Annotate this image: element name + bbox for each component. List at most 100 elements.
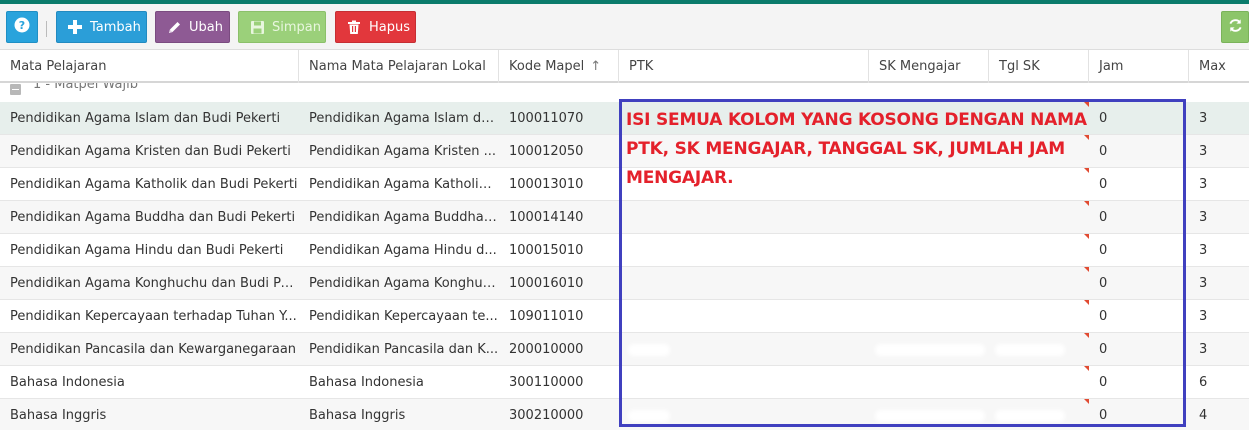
cell-tgl-sk[interactable]: [989, 201, 1089, 234]
cell-kode-mapel[interactable]: 200010000: [499, 333, 619, 366]
cell-max[interactable]: 3: [1189, 102, 1249, 135]
edited-cell-marker: [1084, 333, 1089, 338]
cell-nama-lokal[interactable]: Pendidikan Agama Islam da...: [299, 102, 499, 135]
cell-max[interactable]: 3: [1189, 135, 1249, 168]
cell-nama-lokal[interactable]: Bahasa Indonesia: [299, 366, 499, 399]
cell-kode-mapel[interactable]: 300210000: [499, 399, 619, 430]
cell-mata-pelajaran[interactable]: Pendidikan Agama Konghuchu dan Budi Pek.…: [0, 267, 299, 300]
cell-sk-mengajar[interactable]: [869, 234, 989, 267]
cell-kode-mapel[interactable]: 100014140: [499, 201, 619, 234]
column-header-tgl-sk[interactable]: Tgl SK: [989, 50, 1089, 83]
pencil-icon: [165, 18, 183, 36]
cell-mata-pelajaran[interactable]: Bahasa Inggris: [0, 399, 299, 430]
cell-jam[interactable]: 0: [1089, 267, 1189, 300]
cell-max[interactable]: 3: [1189, 234, 1249, 267]
cell-nama-lokal[interactable]: Pendidikan Agama Buddha ...: [299, 201, 499, 234]
simpan-button[interactable]: Simpan: [238, 11, 326, 43]
cell-kode-mapel[interactable]: 100013010: [499, 168, 619, 201]
cell-jam[interactable]: 0: [1089, 333, 1189, 366]
cell-jam[interactable]: 0: [1089, 366, 1189, 399]
table-row[interactable]: Pendidikan Agama Buddha dan Budi Pekerti…: [0, 201, 1249, 234]
cell-kode-mapel[interactable]: 100015010: [499, 234, 619, 267]
cell-kode-mapel[interactable]: 100016010: [499, 267, 619, 300]
floppy-disk-icon: [248, 18, 266, 36]
cell-ptk[interactable]: [619, 366, 869, 399]
hapus-button[interactable]: Hapus: [335, 11, 416, 43]
cell-nama-lokal[interactable]: Bahasa Inggris: [299, 399, 499, 430]
cell-ptk[interactable]: [619, 300, 869, 333]
column-header-kode-mapel[interactable]: Kode Mapel ↑: [499, 50, 619, 83]
column-header-jam[interactable]: Jam: [1089, 50, 1189, 83]
cell-mata-pelajaran[interactable]: Pendidikan Agama Katholik dan Budi Peker…: [0, 168, 299, 201]
cell-tgl-sk[interactable]: [989, 234, 1089, 267]
cell-tgl-sk[interactable]: [989, 267, 1089, 300]
refresh-button[interactable]: [1221, 11, 1249, 43]
cell-mata-pelajaran[interactable]: Pendidikan Agama Kristen dan Budi Pekert…: [0, 135, 299, 168]
cell-nama-lokal[interactable]: Pendidikan Agama Katholik ...: [299, 168, 499, 201]
column-header-label: Mata Pelajaran: [10, 59, 107, 74]
cell-sk-mengajar[interactable]: [869, 366, 989, 399]
table-row[interactable]: Bahasa Indonesia Bahasa Indonesia 30011000…: [0, 366, 1249, 399]
column-header-mata-pelajaran[interactable]: Mata Pelajaran: [0, 50, 299, 83]
cell-kode-mapel[interactable]: 109011010: [499, 300, 619, 333]
column-header-label: Jam: [1099, 59, 1124, 74]
table-row[interactable]: Bahasa Inggris Bahasa Inggris 300210000 0 4: [0, 399, 1249, 430]
cell-kode-mapel[interactable]: 300110000: [499, 366, 619, 399]
cell-mata-pelajaran[interactable]: Pendidikan Pancasila dan Kewarganegaraan: [0, 333, 299, 366]
cell-sk-mengajar[interactable]: [869, 267, 989, 300]
cell-nama-lokal[interactable]: Pendidikan Kepercayaan te...: [299, 300, 499, 333]
tambah-button[interactable]: Tambah: [56, 11, 147, 43]
table-row[interactable]: Pendidikan Agama Konghuchu dan Budi Pek.…: [0, 267, 1249, 300]
cell-nama-lokal[interactable]: Pendidikan Pancasila dan K...: [299, 333, 499, 366]
cell-sk-mengajar[interactable]: [869, 201, 989, 234]
column-header-nama-lokal[interactable]: Nama Mata Pelajaran Lokal: [299, 50, 499, 83]
cell-max[interactable]: 4: [1189, 399, 1249, 430]
column-header-ptk[interactable]: PTK: [619, 50, 869, 83]
cell-max[interactable]: 3: [1189, 201, 1249, 234]
column-header-max[interactable]: Max: [1189, 50, 1249, 83]
cell-kode-mapel[interactable]: 100012050: [499, 135, 619, 168]
cell-max[interactable]: 3: [1189, 300, 1249, 333]
cell-max[interactable]: 3: [1189, 267, 1249, 300]
cell-mata-pelajaran[interactable]: Pendidikan Agama Hindu dan Budi Pekerti: [0, 234, 299, 267]
edited-cell-marker: [1084, 201, 1089, 206]
cell-mata-pelajaran[interactable]: Bahasa Indonesia: [0, 366, 299, 399]
cell-max[interactable]: 6: [1189, 366, 1249, 399]
cell-ptk[interactable]: [619, 234, 869, 267]
toolbar-separator: [46, 21, 47, 37]
cell-kode-mapel[interactable]: 100011070: [499, 102, 619, 135]
table-row[interactable]: Pendidikan Pancasila dan Kewarganegaraan…: [0, 333, 1249, 366]
cell-max[interactable]: 3: [1189, 168, 1249, 201]
cell-tgl-sk[interactable]: [989, 366, 1089, 399]
cell-nama-lokal[interactable]: Pendidikan Agama Hindu d...: [299, 234, 499, 267]
svg-text:?: ?: [19, 19, 25, 32]
ubah-button[interactable]: Ubah: [155, 11, 230, 43]
cell-jam[interactable]: 0: [1089, 201, 1189, 234]
collapse-icon[interactable]: [10, 84, 21, 95]
tambah-label: Tambah: [90, 19, 141, 35]
table-row[interactable]: Pendidikan Kepercayaan terhadap Tuhan Y.…: [0, 300, 1249, 333]
hapus-label: Hapus: [369, 19, 411, 35]
redacted-value: [875, 344, 985, 356]
edited-cell-marker: [1084, 399, 1089, 404]
column-header-sk-mengajar[interactable]: SK Mengajar: [869, 50, 989, 83]
cell-mata-pelajaran[interactable]: Pendidikan Kepercayaan terhadap Tuhan Y.…: [0, 300, 299, 333]
column-header-label: PTK: [629, 59, 654, 74]
column-header-label: Max: [1199, 59, 1226, 74]
cell-nama-lokal[interactable]: Pendidikan Agama Konghuc...: [299, 267, 499, 300]
cell-mata-pelajaran[interactable]: Pendidikan Agama Islam dan Budi Pekerti: [0, 102, 299, 135]
help-button[interactable]: ?: [6, 11, 38, 43]
cell-mata-pelajaran[interactable]: Pendidikan Agama Buddha dan Budi Pekerti: [0, 201, 299, 234]
cell-jam[interactable]: 0: [1089, 300, 1189, 333]
table-row[interactable]: Pendidikan Agama Hindu dan Budi Pekerti P…: [0, 234, 1249, 267]
cell-max[interactable]: 3: [1189, 333, 1249, 366]
cell-sk-mengajar[interactable]: [869, 300, 989, 333]
cell-nama-lokal[interactable]: Pendidikan Agama Kristen ...: [299, 135, 499, 168]
cell-jam[interactable]: 0: [1089, 399, 1189, 430]
cell-tgl-sk[interactable]: [989, 300, 1089, 333]
cell-jam[interactable]: 0: [1089, 234, 1189, 267]
cell-ptk[interactable]: [619, 201, 869, 234]
cell-ptk[interactable]: [619, 267, 869, 300]
redacted-value: [995, 410, 1065, 422]
redacted-value: [628, 344, 670, 356]
